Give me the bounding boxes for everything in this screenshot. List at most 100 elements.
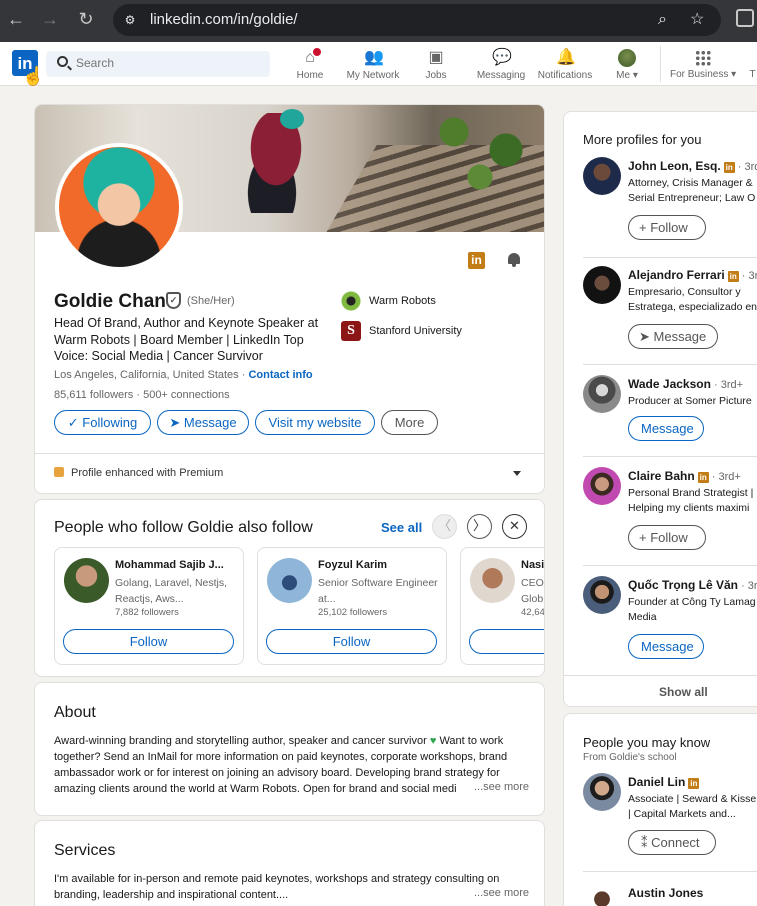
nav-try-premium[interactable]: T <box>748 42 757 86</box>
zoom-icon[interactable]: ⌕ <box>658 10 667 30</box>
search-input[interactable] <box>76 56 256 70</box>
avatar[interactable] <box>583 266 621 304</box>
show-all-button[interactable]: Show all <box>659 685 708 699</box>
followers-connections: 85,611 followers · 500+ connections <box>54 389 230 401</box>
see-all-link[interactable]: See all <box>381 520 422 535</box>
person-name[interactable]: Quốc Trọng Lê Văn · 3r <box>628 578 757 592</box>
nav-try-label: T <box>749 69 756 80</box>
nav-notifications-label: Notifications <box>537 70 593 81</box>
avatar[interactable] <box>470 558 515 603</box>
person-name-text: Quốc Trọng Lê Văn <box>628 578 739 592</box>
pronouns: (She/Her) <box>187 295 235 307</box>
nav-home[interactable]: ⌂ Home <box>293 42 327 86</box>
nav-me[interactable]: Me ▾ <box>612 42 642 86</box>
banner-person-hair <box>280 109 304 129</box>
avatar[interactable] <box>583 467 621 505</box>
nav-my-network[interactable]: 👥 My Network <box>344 42 402 86</box>
avatar[interactable] <box>583 375 621 413</box>
nav-me-label: Me ▾ <box>616 70 638 81</box>
search-icon <box>57 56 68 67</box>
profile-photo[interactable] <box>55 143 183 271</box>
about-text: Award-winning branding and storytelling … <box>54 733 529 797</box>
avatar[interactable] <box>583 157 621 195</box>
chat-icon: 💬 <box>492 49 512 66</box>
person-desc-line: Attorney, Crisis Manager & <box>628 177 753 189</box>
bell-icon: 🔔 <box>556 49 576 66</box>
avatar[interactable] <box>583 773 621 811</box>
follow-button[interactable]: + Follow <box>628 215 706 240</box>
message-button[interactable]: ➤ Message <box>628 324 718 349</box>
profile-name: Goldie Chan <box>54 291 166 312</box>
site-info-icon[interactable]: ⚙ <box>121 11 139 29</box>
message-button[interactable]: Message <box>628 634 704 659</box>
person-desc: Producer at Somer Picture <box>628 394 757 409</box>
premium-row[interactable]: Profile enhanced with Premium <box>54 467 223 479</box>
see-more-link[interactable]: ...see more <box>471 781 530 793</box>
person-name[interactable]: Nasi <box>521 559 544 571</box>
verified-shield-icon[interactable]: ✓ <box>166 292 181 309</box>
avatar[interactable] <box>64 558 109 603</box>
person-name[interactable]: Foyzul Karim <box>318 559 387 571</box>
see-more-link[interactable]: ...see more <box>471 887 530 899</box>
person-desc-line: Serial Entrepreneur; Law O <box>628 192 756 204</box>
banner-plants <box>415 105 544 195</box>
nav-for-business[interactable]: For Business ▾ <box>670 42 736 86</box>
forward-icon[interactable]: → <box>40 9 60 29</box>
person-desc-line: Empresario, Consultor y <box>628 286 741 298</box>
list-item[interactable]: Mohammad Sajib J... Golang, Laravel, Nes… <box>54 547 244 665</box>
person-name[interactable]: Claire Bahn in · 3rd+ <box>628 469 741 483</box>
address-bar[interactable]: ⚙ linkedin.com/in/goldie/ ⌕ ☆ <box>113 4 721 36</box>
following-button[interactable]: ✓ Following <box>54 410 151 435</box>
bell-icon[interactable] <box>506 252 522 268</box>
close-icon[interactable]: ✕ <box>502 514 527 539</box>
nav-divider <box>660 46 661 82</box>
search-box[interactable] <box>46 51 270 77</box>
list-item[interactable]: Foyzul Karim Senior Software Engineer at… <box>257 547 447 665</box>
carousel-prev-icon[interactable]: 〈 <box>432 514 457 539</box>
list-item[interactable]: Nasi CEO Glob 42,64 Fo <box>460 547 544 665</box>
org-warm-robots[interactable]: Warm Robots <box>341 291 436 311</box>
follow-button[interactable]: + Follow <box>628 525 706 550</box>
profile-location: Los Angeles, California, United States ·… <box>54 369 313 381</box>
nav-messaging[interactable]: 💬 Messaging <box>475 42 527 86</box>
chevron-down-icon[interactable] <box>513 471 521 476</box>
bookmark-star-icon[interactable]: ☆ <box>690 10 704 30</box>
connections-count[interactable]: 500+ connections <box>143 389 230 401</box>
avatar[interactable] <box>267 558 312 603</box>
follow-button[interactable]: Follow <box>63 629 234 654</box>
back-icon[interactable]: ← <box>6 9 26 29</box>
reload-icon[interactable]: ↻ <box>76 9 96 29</box>
person-name[interactable]: Wade Jackson · 3rd+ <box>628 377 743 391</box>
person-name[interactable]: John Leon, Esq.in · 3rd <box>628 159 757 173</box>
followers-count[interactable]: 85,611 followers <box>54 389 133 401</box>
org-stanford[interactable]: S Stanford University <box>341 321 462 341</box>
carousel-next-icon[interactable]: 〉 <box>467 514 492 539</box>
follow-button[interactable]: Follow <box>266 629 437 654</box>
person-name-text: Claire Bahn <box>628 469 695 483</box>
person-desc-line: Producer at Somer Picture <box>628 395 752 407</box>
more-button[interactable]: More <box>381 410 438 435</box>
person-name-text: Daniel Lin <box>628 775 686 789</box>
browser-toolbar: ← → ↻ ⚙ linkedin.com/in/goldie/ ⌕ ☆ <box>0 0 757 42</box>
connect-button[interactable]: ⁑ Connect <box>628 830 716 855</box>
nav-notifications[interactable]: 🔔 Notifications <box>535 42 595 86</box>
person-desc: CEO Glob <box>521 577 544 605</box>
person-name[interactable]: Mohammad Sajib J... <box>115 559 224 571</box>
connect-label: Connect <box>651 835 700 850</box>
visit-website-button[interactable]: Visit my website <box>255 410 375 435</box>
message-button[interactable]: Message <box>628 416 704 441</box>
person-name[interactable]: Daniel Lin in <box>628 775 700 789</box>
person-name[interactable]: Austin Jones <box>628 886 703 900</box>
network-icon: 👥 <box>364 49 384 66</box>
avatar[interactable] <box>583 884 621 906</box>
url-text[interactable]: linkedin.com/in/goldie/ <box>150 11 298 28</box>
person-name[interactable]: Alejandro Ferrari in · 3r <box>628 268 757 282</box>
about-card: About Award-winning branding and storyte… <box>34 682 545 816</box>
extensions-icon[interactable] <box>736 9 754 27</box>
contact-info-link[interactable]: Contact info <box>248 369 312 381</box>
follow-button[interactable]: Fo <box>469 629 544 654</box>
nav-jobs[interactable]: ▣ Jobs <box>421 42 451 86</box>
avatar[interactable] <box>583 576 621 614</box>
message-button[interactable]: ➤ Message <box>157 410 249 435</box>
profile-card: in Goldie Chan ✓ (She/Her) Head Of Brand… <box>34 104 545 494</box>
